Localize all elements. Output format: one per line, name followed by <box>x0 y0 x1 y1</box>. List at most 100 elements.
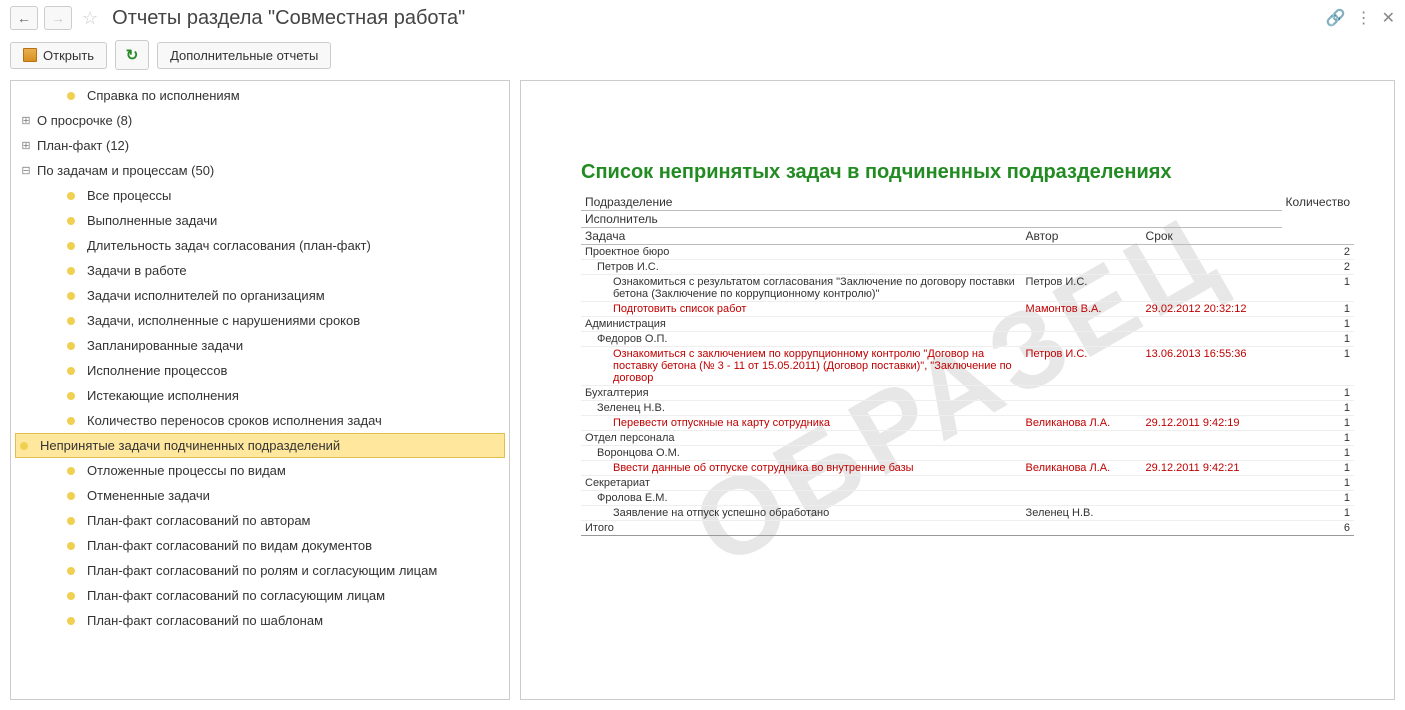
bullet-icon <box>67 542 75 550</box>
report-row-executor: Фролова Е.М.1 <box>581 491 1354 506</box>
report-row-dept: Бухгалтерия 1 <box>581 386 1354 401</box>
tree-item-label: По задачам и процессам (50) <box>37 163 214 178</box>
row-count: 1 <box>1282 386 1354 401</box>
tree-item[interactable]: План-факт согласований по авторам <box>11 508 509 533</box>
col-deadline: Срок <box>1142 228 1282 245</box>
row-text: Ознакомиться с результатом согласования … <box>581 275 1022 302</box>
toolbar: Открыть ↻ Дополнительные отчеты <box>0 36 1405 80</box>
row-author <box>1022 491 1142 506</box>
row-text: Секретариат <box>581 476 1022 491</box>
open-button[interactable]: Открыть <box>10 42 107 69</box>
col-count: Количество <box>1282 194 1354 245</box>
total-row: Итого 6 <box>581 521 1354 536</box>
row-author <box>1022 245 1142 260</box>
row-deadline <box>1142 245 1282 260</box>
header-row-2: Исполнитель <box>581 211 1354 228</box>
collapse-icon[interactable]: ⊟ <box>19 164 33 177</box>
report-preview: ОБРАЗЕЦ Список непринятых задач в подчин… <box>520 80 1395 700</box>
row-count: 2 <box>1282 245 1354 260</box>
total-count: 6 <box>1282 521 1354 536</box>
row-author: Петров И.С. <box>1022 275 1142 302</box>
tree-item[interactable]: Длительность задач согласования (план-фа… <box>11 233 509 258</box>
top-bar: ← → ☆ Отчеты раздела "Совместная работа"… <box>0 0 1405 36</box>
row-text: Ознакомиться с заключением по коррупцион… <box>581 347 1022 386</box>
top-right-controls: 🔗 ⋮ ✕ <box>1326 8 1395 28</box>
tree-item-label: План-факт согласований по видам документ… <box>87 538 372 553</box>
report-row-dept: Секретариат1 <box>581 476 1354 491</box>
more-icon[interactable]: ⋮ <box>1356 8 1372 28</box>
tree-item[interactable]: Отложенные процессы по видам <box>11 458 509 483</box>
tree-item[interactable]: ⊟ По задачам и процессам (50) <box>11 158 509 183</box>
reports-tree[interactable]: Справка по исполнениям⊞О просрочке (8)⊞П… <box>10 80 510 700</box>
forward-button[interactable]: → <box>44 6 72 30</box>
tree-item[interactable]: Запланированные задачи <box>11 333 509 358</box>
tree-item[interactable]: Истекающие исполнения <box>11 383 509 408</box>
row-deadline: 29.02.2012 20:32:12 <box>1142 302 1282 317</box>
row-count: 1 <box>1282 461 1354 476</box>
row-deadline <box>1142 275 1282 302</box>
bullet-icon <box>67 392 75 400</box>
tree-item[interactable]: Задачи в работе <box>11 258 509 283</box>
tree-item[interactable]: Непринятые задачи подчиненных подразделе… <box>15 433 505 458</box>
row-text: Бухгалтерия <box>581 386 1022 401</box>
bullet-icon <box>67 92 75 100</box>
tree-item[interactable]: Все процессы <box>11 183 509 208</box>
row-deadline <box>1142 446 1282 461</box>
tree-item[interactable]: Задачи, исполненные с нарушениями сроков <box>11 308 509 333</box>
tree-item[interactable]: Справка по исполнениям <box>11 83 509 108</box>
tree-item[interactable]: План-факт согласований по согласующим ли… <box>11 583 509 608</box>
tree-item[interactable]: ⊞План-факт (12) <box>11 133 509 158</box>
row-deadline: 29.12.2011 9:42:21 <box>1142 461 1282 476</box>
row-author <box>1022 332 1142 347</box>
row-author <box>1022 317 1142 332</box>
bullet-icon <box>67 417 75 425</box>
tree-item-label: Исполнение процессов <box>87 363 227 378</box>
favorite-icon[interactable]: ☆ <box>82 8 98 29</box>
refresh-button[interactable]: ↻ <box>115 40 149 70</box>
additional-reports-button[interactable]: Дополнительные отчеты <box>157 42 331 69</box>
tree-item[interactable]: План-факт согласований по ролям и соглас… <box>11 558 509 583</box>
tree-item[interactable]: Количество переносов сроков исполнения з… <box>11 408 509 433</box>
close-icon[interactable]: ✕ <box>1382 8 1395 28</box>
tree-item[interactable]: Отмененные задачи <box>11 483 509 508</box>
row-author <box>1022 386 1142 401</box>
tree-item-label: Задачи исполнителей по организациям <box>87 288 325 303</box>
link-icon[interactable]: 🔗 <box>1326 8 1346 28</box>
bullet-icon <box>67 192 75 200</box>
tree-item[interactable]: План-факт согласований по шаблонам <box>11 608 509 633</box>
row-count: 1 <box>1282 302 1354 317</box>
row-deadline <box>1142 401 1282 416</box>
row-text: Зеленец Н.В. <box>581 401 1022 416</box>
additional-label: Дополнительные отчеты <box>170 48 318 63</box>
report-row-executor: Федоров О.П.1 <box>581 332 1354 347</box>
row-text: Фролова Е.М. <box>581 491 1022 506</box>
expand-icon[interactable]: ⊞ <box>19 139 33 152</box>
row-count: 1 <box>1282 416 1354 431</box>
tree-item[interactable]: Выполненные задачи <box>11 208 509 233</box>
tree-item-label: Длительность задач согласования (план-фа… <box>87 238 371 253</box>
col-author: Автор <box>1022 228 1142 245</box>
row-count: 1 <box>1282 446 1354 461</box>
row-deadline <box>1142 491 1282 506</box>
tree-item[interactable]: Исполнение процессов <box>11 358 509 383</box>
expand-icon[interactable]: ⊞ <box>19 114 33 127</box>
report-row-dept: Проектное бюро 2 <box>581 245 1354 260</box>
report-row-task: Ознакомиться с заключением по коррупцион… <box>581 347 1354 386</box>
row-text: Администрация <box>581 317 1022 332</box>
tree-item-label: Задачи, исполненные с нарушениями сроков <box>87 313 360 328</box>
bullet-icon <box>67 242 75 250</box>
tree-item[interactable]: ⊞ О просрочке (8) <box>11 108 509 133</box>
tree-item-label: О просрочке (8) <box>37 113 132 128</box>
tree-item-label: План-факт согласований по согласующим ли… <box>87 588 385 603</box>
page-title: Отчеты раздела "Совместная работа" <box>112 7 465 30</box>
refresh-icon: ↻ <box>126 46 139 64</box>
tree-item[interactable]: Задачи исполнителей по организациям <box>11 283 509 308</box>
report-row-dept: Отдел персонала1 <box>581 431 1354 446</box>
bullet-icon <box>67 567 75 575</box>
row-text: Проектное бюро <box>581 245 1022 260</box>
back-button[interactable]: ← <box>10 6 38 30</box>
tree-item[interactable]: План-факт согласований по видам документ… <box>11 533 509 558</box>
row-deadline: 13.06.2013 16:55:36 <box>1142 347 1282 386</box>
row-author: Великанова Л.А. <box>1022 416 1142 431</box>
row-author <box>1022 476 1142 491</box>
